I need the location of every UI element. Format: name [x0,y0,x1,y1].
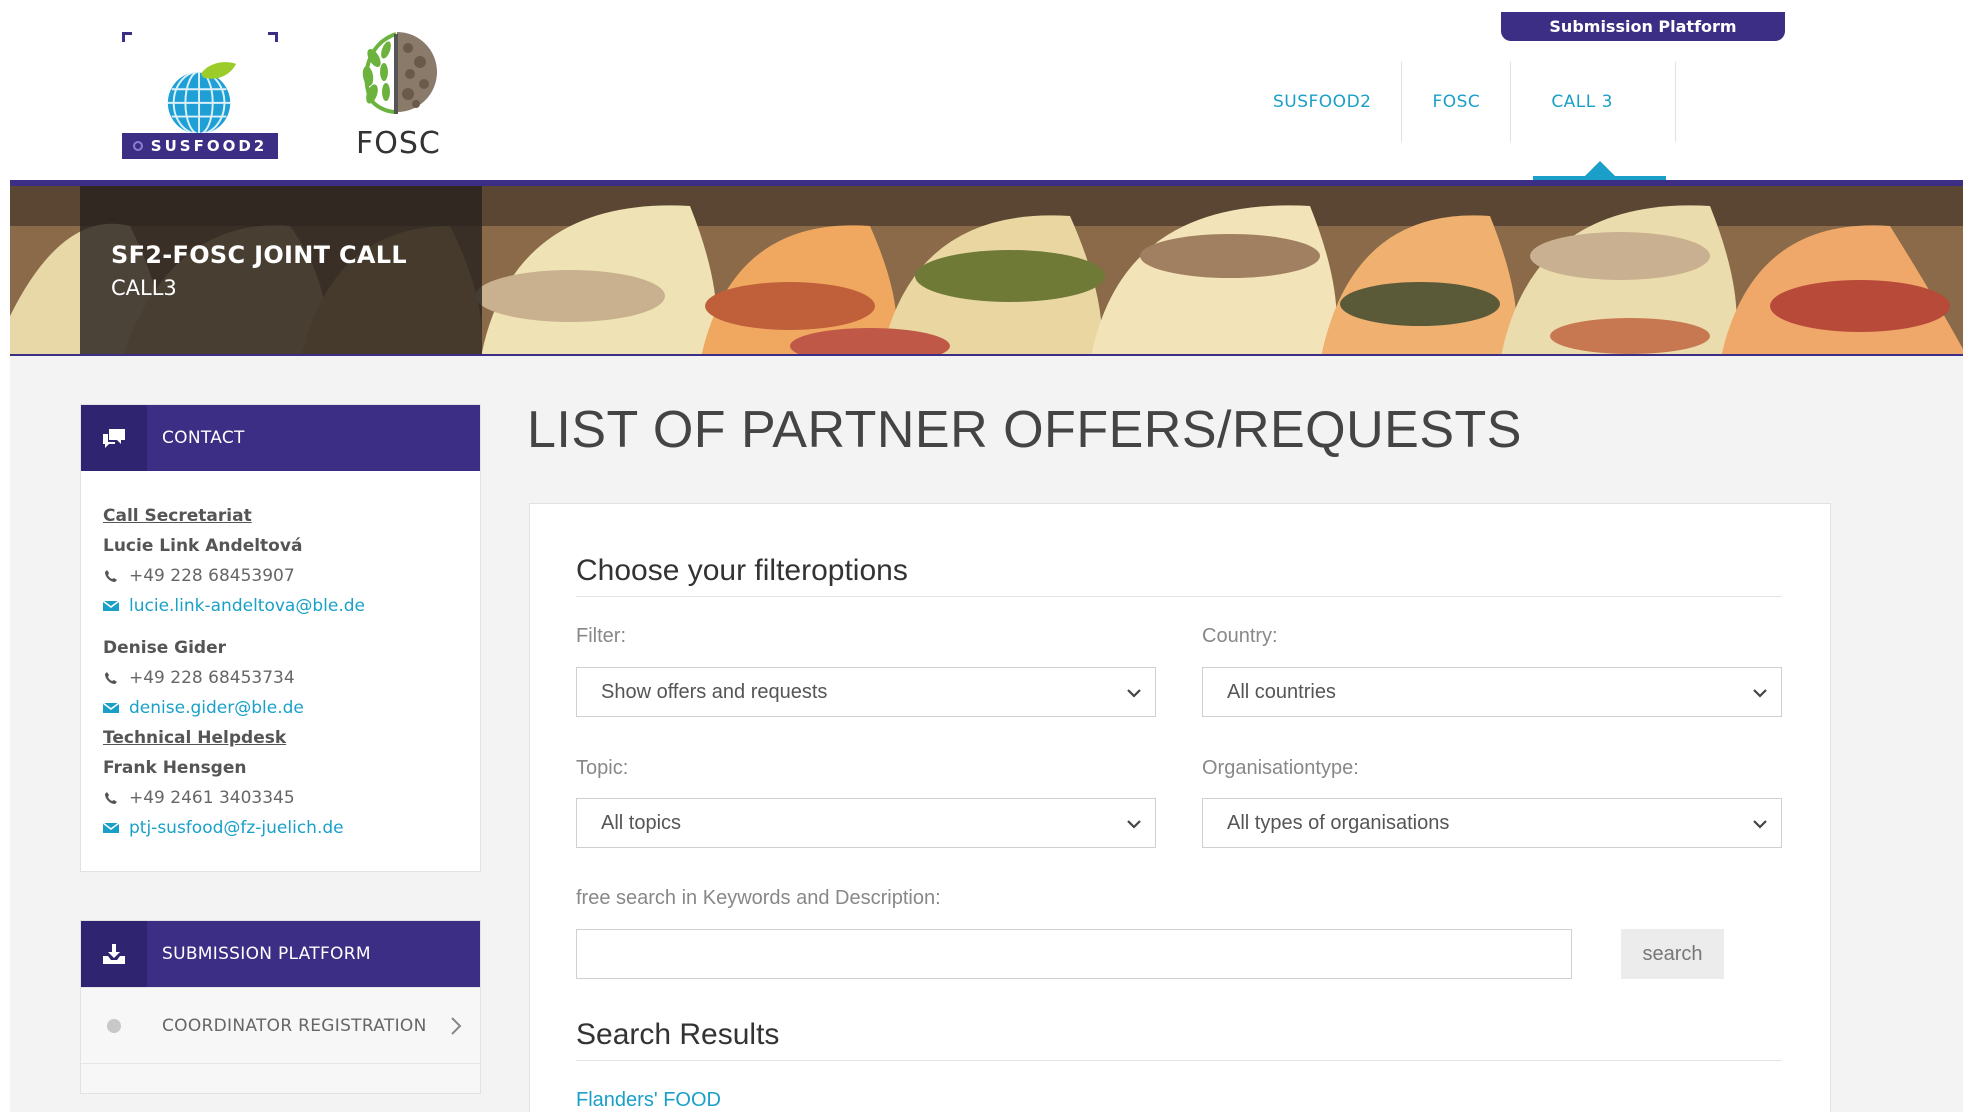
contact-person-name: Frank Hensgen [103,758,247,778]
contact-box: CONTACT Call Secretariat Lucie Link Ande… [80,404,481,872]
contact-phone-row: +49 228 68453907 [103,561,458,591]
bullet-cell [81,988,147,1064]
submission-heading: SUBMISSION PLATFORM [162,944,371,964]
contact-phone-row: +49 228 68453734 [103,663,458,693]
chevron-right-icon [451,1017,462,1035]
contact-phone: +49 2461 3403345 [129,788,295,808]
submission-item-next[interactable] [81,1063,480,1093]
contact-email-link[interactable]: ptj-susfood@fz-juelich.de [129,813,344,843]
banner-title: SF2-FOSC JOINT CALL [111,241,407,269]
submission-platform-box: SUBMISSION PLATFORM COORDINATOR REGISTRA… [80,920,481,1094]
banner-subtitle: CALL3 [111,276,177,300]
fosc-logo[interactable]: FOSC [352,28,442,163]
phone-icon [103,569,119,583]
contact-person-name: Denise Gider [103,638,227,658]
mail-icon [103,702,119,714]
contact-email-link[interactable]: denise.gider@ble.de [129,693,304,723]
contact-email-row: denise.gider@ble.de [103,693,458,723]
filter-panel: Choose your filteroptions Filter: Show o… [529,503,1831,1112]
result-link[interactable]: Flanders' FOOD [576,1089,721,1112]
susfood2-logo[interactable]: SUSFOOD2 [122,28,278,160]
topic-label: Topic: [576,757,629,779]
filter-select[interactable]: Show offers and requests [576,667,1156,717]
contact-phone-row: +49 2461 3403345 [103,783,458,813]
contact-person-name: Lucie Link Andeltová [103,536,303,556]
country-label: Country: [1202,625,1278,647]
organisationtype-label: Organisationtype: [1202,757,1359,779]
topic-select-value: All topics [601,811,682,834]
mail-icon [103,822,119,834]
globe-icon [167,62,237,136]
nav-item-fosc[interactable]: FOSC [1402,62,1512,142]
bullet-icon [107,1018,121,1033]
contact-header: CONTACT [81,405,480,471]
phone-icon [103,671,119,685]
chevron-down-icon [1753,820,1767,829]
fosc-emblem-icon [362,32,437,114]
filter-label: Filter: [576,625,626,647]
download-tray-icon [103,944,125,964]
fosc-logo-text: FOSC [356,126,441,161]
free-search-input[interactable] [576,929,1572,979]
mail-icon [103,600,119,612]
submission-header[interactable]: SUBMISSION PLATFORM [81,921,480,987]
coordinator-registration-label: COORDINATOR REGISTRATION [162,1015,427,1036]
submission-platform-tab[interactable]: Submission Platform [1501,12,1785,41]
chevron-down-icon [1753,689,1767,698]
search-results-heading: Search Results [576,1018,1782,1061]
technical-helpdesk-title: Technical Helpdesk [103,728,287,748]
top-navigation: SUSFOOD2 FOSC CALL 3 [1255,62,1676,142]
logo-corner [122,32,132,42]
susfood2-badge-text: SUSFOOD2 [150,137,268,155]
organisationtype-select-value: All types of organisations [1227,811,1450,834]
nav-item-call3[interactable]: CALL 3 [1511,62,1676,142]
badge-dot-icon [132,141,143,151]
country-select[interactable]: All countries [1202,667,1782,717]
hero-banner: SF2-FOSC JOINT CALL CALL3 [10,180,1963,356]
contact-phone: +49 228 68453907 [129,566,295,586]
sidebar: CONTACT Call Secretariat Lucie Link Ande… [80,404,481,1094]
logo-corner [268,32,278,42]
chevron-down-icon [1127,689,1141,698]
contact-body: Call Secretariat Lucie Link Andeltová +4… [81,471,480,871]
contact-email-link[interactable]: lucie.link-andeltova@ble.de [129,591,365,621]
nav-item-susfood2[interactable]: SUSFOOD2 [1255,62,1403,142]
search-button[interactable]: search [1621,929,1724,979]
chat-bubbles-icon [103,429,125,448]
contact-phone: +49 228 68453734 [129,668,295,688]
susfood2-badge: SUSFOOD2 [122,133,278,159]
contact-email-row: lucie.link-andeltova@ble.de [103,591,458,621]
filter-select-value: Show offers and requests [601,680,828,703]
contact-email-row: ptj-susfood@fz-juelich.de [103,813,458,843]
phone-icon [103,791,119,805]
banner-overlay [80,186,482,354]
call-secretariat-title: Call Secretariat [103,506,252,526]
contact-heading: CONTACT [162,428,245,448]
chevron-down-icon [1127,820,1141,829]
free-search-label: free search in Keywords and Description: [576,887,941,909]
contact-icon-cell [81,405,147,471]
coordinator-registration-item[interactable]: COORDINATOR REGISTRATION [81,987,480,1063]
page-title: LIST OF PARTNER OFFERS/REQUESTS [527,401,1522,459]
submission-icon-cell [81,921,147,987]
country-select-value: All countries [1227,680,1336,703]
filter-heading: Choose your filteroptions [576,554,1782,597]
site-header: SUSFOOD2 FOSC Submission Platform SUSFOO… [0,0,1963,185]
organisationtype-select[interactable]: All types of organisations [1202,798,1782,848]
topic-select[interactable]: All topics [576,798,1156,848]
